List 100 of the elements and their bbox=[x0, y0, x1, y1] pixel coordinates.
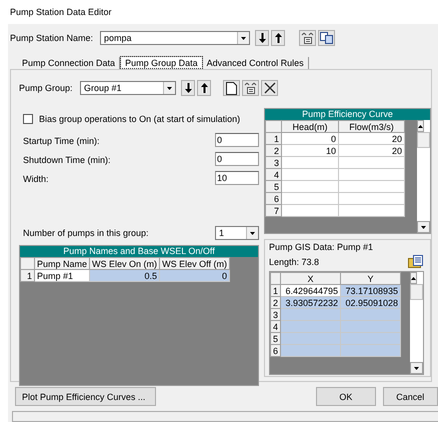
copy-button[interactable] bbox=[318, 30, 335, 46]
table-cell[interactable]: 0 bbox=[160, 270, 230, 282]
row-number: 5 bbox=[270, 332, 281, 344]
folder-document-icon bbox=[408, 255, 423, 269]
table-cell[interactable] bbox=[338, 156, 404, 168]
move-up-button[interactable] bbox=[271, 30, 285, 46]
field-label: Width: bbox=[23, 173, 49, 184]
station-dropdown[interactable]: pompa bbox=[100, 31, 250, 45]
pump-count-dropdown[interactable]: 1 bbox=[215, 226, 259, 240]
document-arrows-icon bbox=[301, 32, 314, 44]
ok-button[interactable]: OK bbox=[316, 387, 376, 406]
table-cell[interactable] bbox=[338, 192, 404, 204]
down-arrow-icon bbox=[258, 33, 266, 43]
caret-icon bbox=[241, 36, 246, 40]
table-cell[interactable] bbox=[282, 156, 338, 168]
length-label: Length: 73.8 bbox=[269, 257, 320, 267]
caret-icon bbox=[250, 232, 255, 234]
caret-icon bbox=[167, 86, 172, 90]
select-button[interactable] bbox=[242, 80, 259, 96]
table-cell[interactable] bbox=[282, 192, 338, 204]
move-down-button[interactable] bbox=[181, 80, 195, 96]
table-cell[interactable] bbox=[338, 204, 404, 216]
column-header: Flow(m3/s) bbox=[338, 120, 404, 132]
row-number: 1 bbox=[270, 284, 281, 296]
row-number: 2 bbox=[270, 296, 281, 308]
field-label: Pump Station Name: bbox=[10, 33, 94, 43]
table-cell[interactable] bbox=[280, 320, 341, 332]
delete-button[interactable] bbox=[261, 80, 278, 96]
plot-curves-button[interactable]: Plot Pump Efficiency Curves ... bbox=[15, 387, 156, 406]
tab[interactable]: Pump Group Data bbox=[120, 56, 203, 69]
checkbox-label: Bias group operations to On (at start of simulation) bbox=[39, 114, 240, 124]
scroll-up-button[interactable] bbox=[417, 120, 424, 132]
caret-icon bbox=[414, 366, 419, 370]
table-cell[interactable] bbox=[340, 320, 401, 332]
close-icon bbox=[264, 82, 276, 94]
new-button[interactable] bbox=[223, 80, 240, 96]
group-title: Pump GIS Data: Pump #1 bbox=[269, 242, 374, 252]
table-cell[interactable] bbox=[282, 180, 338, 192]
down-arrow-icon bbox=[184, 83, 192, 93]
scroll-up-icon bbox=[411, 276, 416, 280]
row-number: 3 bbox=[266, 156, 282, 168]
row-number: 4 bbox=[266, 168, 282, 180]
row-number: 6 bbox=[266, 192, 282, 204]
table-cell[interactable] bbox=[338, 168, 404, 180]
move-down-button[interactable] bbox=[255, 30, 269, 46]
table-cell[interactable]: Pump #1 bbox=[34, 270, 90, 282]
window-title: Pump Station Data Editor bbox=[10, 7, 112, 17]
row-number: 3 bbox=[270, 308, 281, 320]
field-label: Number of pumps in this group: bbox=[23, 228, 149, 238]
row-number: 1 bbox=[20, 270, 34, 282]
field-label: Pump Group: bbox=[19, 83, 74, 93]
column-header: Head(m) bbox=[282, 120, 338, 132]
table-cell[interactable]: 02.95091028 bbox=[340, 296, 401, 308]
table-cell[interactable] bbox=[280, 332, 341, 344]
document-arrows-icon bbox=[244, 82, 257, 94]
table-cell[interactable]: 0.5 bbox=[90, 270, 160, 282]
table-cell[interactable]: 0 bbox=[282, 132, 338, 144]
column-header: Y bbox=[340, 272, 401, 284]
scroll-up-icon bbox=[418, 124, 423, 128]
column-header: WS Elev Off (m) bbox=[160, 258, 230, 270]
table-cell[interactable] bbox=[340, 308, 401, 320]
move-up-button[interactable] bbox=[197, 80, 211, 96]
field-label: Shutdown Time (min): bbox=[23, 154, 111, 165]
scroll-up-button[interactable] bbox=[410, 272, 417, 284]
input-field[interactable]: 10 bbox=[215, 171, 259, 185]
import-button[interactable] bbox=[407, 254, 424, 270]
row-number: 1 bbox=[266, 132, 282, 144]
table-cell[interactable] bbox=[340, 332, 401, 344]
scroll-down-button[interactable] bbox=[410, 362, 423, 374]
table-cell[interactable] bbox=[282, 168, 338, 180]
column-header: X bbox=[280, 272, 341, 284]
group-dropdown[interactable]: Group #1 bbox=[80, 81, 176, 95]
scroll-down-button[interactable] bbox=[417, 221, 430, 233]
table-cell[interactable] bbox=[340, 344, 401, 356]
table-cell[interactable] bbox=[280, 344, 341, 356]
scrollbar-thumb[interactable] bbox=[417, 132, 430, 148]
table-cell[interactable] bbox=[338, 180, 404, 192]
field-label: Startup Time (min): bbox=[23, 135, 100, 146]
table-cell[interactable]: 3.930572232 bbox=[280, 296, 341, 308]
table-title: Pump Names and Base WSEL On/Off bbox=[20, 246, 258, 257]
copy-icon bbox=[320, 32, 333, 44]
table-cell[interactable]: 10 bbox=[282, 144, 338, 156]
table-cell[interactable]: 73.17108935 bbox=[340, 284, 401, 296]
blank-page-icon bbox=[226, 82, 237, 94]
column-header: Pump Name bbox=[34, 258, 90, 270]
cancel-button[interactable]: Cancel bbox=[382, 387, 438, 406]
table-cell[interactable]: 20 bbox=[338, 132, 404, 144]
up-arrow-icon bbox=[274, 33, 282, 43]
table-cell[interactable] bbox=[282, 204, 338, 216]
scrollbar-thumb[interactable] bbox=[410, 284, 423, 300]
row-number: 4 bbox=[270, 320, 281, 332]
table-cell[interactable]: 20 bbox=[338, 144, 404, 156]
row-number: 7 bbox=[266, 204, 282, 216]
table-cell[interactable] bbox=[280, 308, 341, 320]
row-number: 5 bbox=[266, 180, 282, 192]
checkbox[interactable] bbox=[23, 114, 33, 124]
input-field[interactable]: 0 bbox=[215, 152, 259, 166]
select-button[interactable] bbox=[299, 30, 316, 46]
column-header: WS Elev On (m) bbox=[90, 258, 160, 270]
input-field[interactable]: 0 bbox=[215, 133, 259, 147]
